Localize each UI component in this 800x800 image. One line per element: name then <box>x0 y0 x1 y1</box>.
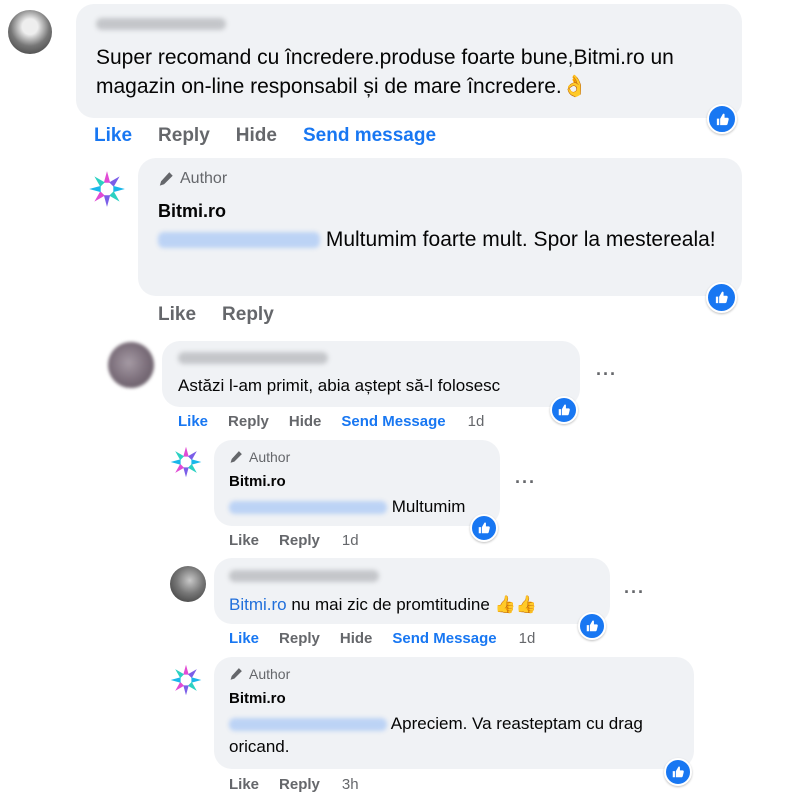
timestamp[interactable]: 3h <box>342 776 359 793</box>
comment-text: Bitmi.ro nu mai zic de promtitudine 👍👍 <box>229 593 537 616</box>
like-reaction-icon[interactable] <box>470 514 498 542</box>
like-reaction-icon[interactable] <box>707 104 737 134</box>
mention-redacted[interactable] <box>158 232 320 249</box>
like-reaction-icon[interactable] <box>664 758 692 786</box>
commenter-name-redacted[interactable] <box>229 570 379 582</box>
author-tag: Author <box>229 666 290 682</box>
reply-button[interactable]: Reply <box>158 125 210 147</box>
author-name[interactable]: Bitmi.ro <box>158 201 226 222</box>
like-reaction-icon[interactable] <box>706 282 737 313</box>
timestamp[interactable]: 1d <box>519 630 536 647</box>
mention-redacted[interactable] <box>229 718 387 732</box>
send-message-button[interactable]: Send Message <box>392 630 496 647</box>
bitmi-star-logo-icon <box>168 662 204 698</box>
timestamp[interactable]: 1d <box>342 532 359 549</box>
author-name[interactable]: Bitmi.ro <box>229 473 286 490</box>
bitmi-mention-link[interactable]: Bitmi.ro <box>229 595 287 614</box>
like-button[interactable]: Like <box>229 532 259 549</box>
author-tag: Author <box>158 170 227 188</box>
author-reply-text: Apreciem. Va reasteptam cu drag oricand. <box>229 712 679 759</box>
commenter-avatar[interactable] <box>108 342 154 388</box>
more-options-icon[interactable]: ··· <box>596 364 617 385</box>
reply-button[interactable]: Reply <box>228 413 269 430</box>
commenter-avatar[interactable] <box>8 10 52 54</box>
like-button[interactable]: Like <box>229 630 259 647</box>
bitmi-logo-avatar[interactable] <box>168 444 204 480</box>
reply-button[interactable]: Reply <box>222 304 274 326</box>
bitmi-logo-avatar[interactable] <box>86 168 128 210</box>
author-reply-text-content: Multumim <box>391 497 466 516</box>
author-tag-label: Author <box>180 170 228 187</box>
pencil-icon <box>229 450 243 464</box>
commenter-name-redacted[interactable] <box>178 352 328 364</box>
like-reaction-icon[interactable] <box>550 396 578 424</box>
hide-button[interactable]: Hide <box>236 125 277 147</box>
bitmi-logo-avatar[interactable] <box>168 662 204 698</box>
like-button[interactable]: Like <box>229 776 259 793</box>
like-button[interactable]: Like <box>94 125 132 147</box>
hide-button[interactable]: Hide <box>340 630 373 647</box>
like-button[interactable]: Like <box>158 304 196 326</box>
comment-text: Astăzi l-am primit, abia aștept să-l fol… <box>178 376 501 395</box>
mention-redacted[interactable] <box>229 501 387 515</box>
commenter-name-redacted[interactable] <box>96 18 226 30</box>
reply-button[interactable]: Reply <box>279 532 320 549</box>
author-reply-actions: Like Reply 1d <box>229 532 359 549</box>
send-message-button[interactable]: Send Message <box>341 413 445 430</box>
bitmi-star-logo-icon <box>168 444 204 480</box>
comment-actions: Like Reply Hide Send message <box>94 125 436 147</box>
comment-text-content: nu mai zic de promtitudine <box>286 595 490 614</box>
pencil-icon <box>229 667 243 681</box>
hide-button[interactable]: Hide <box>289 413 322 430</box>
pencil-icon <box>158 171 174 187</box>
author-reply-text: Multumim foarte mult. Spor la mestereala… <box>158 226 728 255</box>
author-reply-actions: Like Reply 3h <box>229 776 359 793</box>
author-tag-label: Author <box>249 449 291 465</box>
author-reply-text-content: Multumim foarte mult. Spor la mestereala… <box>325 228 716 251</box>
reply-button[interactable]: Reply <box>279 630 320 647</box>
comment-actions: Like Reply Hide Send Message 1d <box>178 413 484 430</box>
send-message-button[interactable]: Send message <box>303 125 436 147</box>
author-reply-text: Multumim <box>229 495 465 518</box>
reply-button[interactable]: Reply <box>279 776 320 793</box>
commenter-avatar[interactable] <box>170 566 206 602</box>
author-tag: Author <box>229 449 290 465</box>
thumbs-up-emoji: 👍👍 <box>494 595 537 614</box>
more-options-icon[interactable]: ··· <box>624 582 645 603</box>
comment-text: Super recomand cu încredere.produse foar… <box>96 44 726 102</box>
ok-hand-emoji: 👌 <box>561 74 588 98</box>
timestamp[interactable]: 1d <box>468 413 485 430</box>
comment-actions: Like Reply Hide Send Message 1d <box>229 630 535 647</box>
more-options-icon[interactable]: ··· <box>515 472 536 493</box>
like-button[interactable]: Like <box>178 413 208 430</box>
author-name[interactable]: Bitmi.ro <box>229 690 286 707</box>
bitmi-star-logo-icon <box>86 168 128 210</box>
author-tag-label: Author <box>249 666 291 682</box>
author-reply-actions: Like Reply <box>158 304 274 326</box>
like-reaction-icon[interactable] <box>578 612 606 640</box>
